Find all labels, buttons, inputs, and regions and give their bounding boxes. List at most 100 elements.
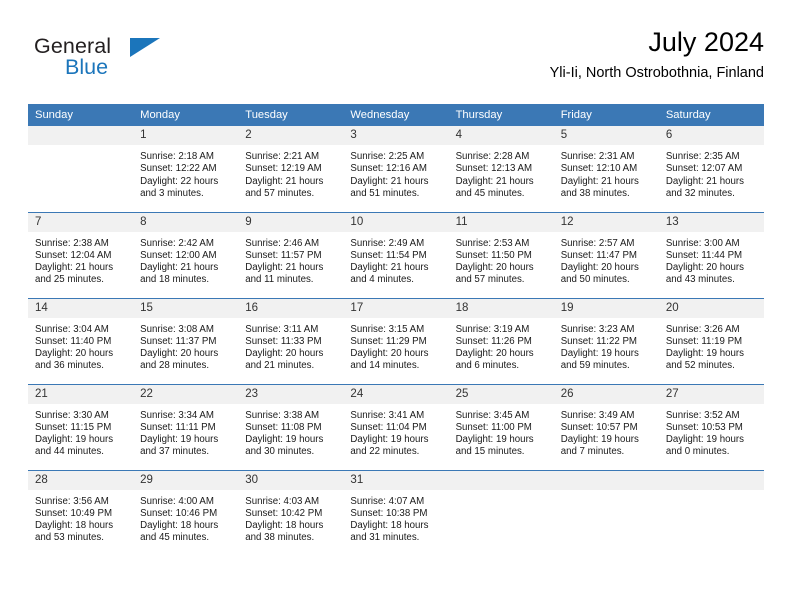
general-blue-logo[interactable]: General Blue — [34, 34, 254, 90]
calendar-day-cell[interactable]: 15 Sunrise: 3:08 AM Sunset: 11:37 PM Daylig… — [133, 297, 239, 384]
sunset-text: Sunset: 12:07 AM — [665, 163, 743, 175]
day-number: 30 — [238, 470, 344, 490]
calendar-day-cell-empty — [28, 126, 134, 212]
sunrise-text: Sunrise: 4:07 AM — [350, 495, 425, 507]
calendar-day-cell[interactable]: 4 Sunrise: 2:28 AM Sunset: 12:13 AM Dayligh… — [448, 126, 554, 212]
sunrise-text: Sunrise: 3:04 AM — [35, 323, 109, 335]
sunset-text: Sunset: 10:46 PM — [140, 507, 218, 519]
sunset-text: Sunset: 11:15 PM — [35, 421, 112, 433]
sunrise-text: Sunrise: 2:42 AM — [140, 237, 214, 249]
day-sun-info: Sunrise: 2:25 AM Sunset: 12:16 AM Daylight… — [343, 145, 448, 200]
day-number: 25 — [448, 384, 554, 404]
sunrise-text: Sunrise: 3:41 AM — [350, 409, 425, 421]
day-sun-info: Sunrise: 4:00 AM Sunset: 10:46 PM Daylight… — [133, 490, 238, 545]
sunset-text: Sunset: 11:11 PM — [140, 421, 216, 433]
calendar-day-cell[interactable]: 31 Sunrise: 4:07 AM Sunset: 10:38 PM Daylig… — [343, 469, 449, 556]
calendar-day-cell[interactable]: 11 Sunrise: 2:53 AM Sunset: 11:50 PM Daylig… — [448, 211, 554, 298]
sunrise-text: Sunrise: 3:23 AM — [560, 323, 635, 335]
day-number: 29 — [133, 470, 239, 490]
daylight-text-line2: and 3 minutes. — [140, 187, 204, 199]
weekday-header-saturday: Saturday — [658, 104, 764, 126]
calendar-day-cell[interactable]: 8 Sunrise: 2:42 AM Sunset: 12:00 AM Dayligh… — [133, 211, 239, 298]
sunset-text: Sunset: 11:29 PM — [350, 335, 427, 347]
day-number: 16 — [238, 298, 344, 318]
sunrise-text: Sunrise: 2:53 AM — [455, 237, 530, 249]
day-number: 17 — [343, 298, 449, 318]
sunset-text: Sunset: 12:04 AM — [35, 249, 112, 261]
calendar-day-cell-empty — [448, 469, 554, 556]
daylight-text-line2: and 43 minutes. — [665, 274, 735, 286]
calendar-day-cell[interactable]: 13 Sunrise: 3:00 AM Sunset: 11:44 PM Daylig… — [658, 211, 764, 298]
calendar-day-cell[interactable]: 24 Sunrise: 3:41 AM Sunset: 11:04 PM Daylig… — [343, 383, 449, 470]
calendar-day-cell[interactable]: 5 Sunrise: 2:31 AM Sunset: 12:10 AM Dayligh… — [553, 126, 659, 212]
calendar-grid: Sunday Monday Tuesday Wednesday Thursday… — [28, 104, 764, 556]
daylight-text-line2: and 38 minutes. — [245, 532, 315, 544]
calendar-day-cell[interactable]: 20 Sunrise: 3:26 AM Sunset: 11:19 PM Daylig… — [658, 297, 764, 384]
calendar-day-cell[interactable]: 28 Sunrise: 3:56 AM Sunset: 10:49 PM Daylig… — [28, 469, 134, 556]
day-number: 26 — [553, 384, 659, 404]
day-sun-info: Sunrise: 2:46 AM Sunset: 11:57 PM Daylight… — [238, 232, 343, 287]
daylight-text-line1: Daylight: 21 hours — [35, 262, 114, 274]
sunset-text: Sunset: 12:16 AM — [350, 163, 427, 175]
sunrise-text: Sunrise: 2:35 AM — [665, 151, 740, 162]
day-sun-info: Sunrise: 2:53 AM Sunset: 11:50 PM Daylight… — [449, 232, 554, 287]
weekday-header-thursday: Thursday — [448, 104, 554, 126]
calendar-day-cell[interactable]: 29 Sunrise: 4:00 AM Sunset: 10:46 PM Daylig… — [133, 469, 239, 556]
sunrise-text: Sunrise: 4:03 AM — [245, 495, 320, 507]
sunset-text: Sunset: 11:40 PM — [35, 335, 112, 347]
sunset-text: Sunset: 11:47 PM — [560, 249, 637, 261]
daylight-text-line1: Daylight: 20 hours — [350, 348, 429, 360]
calendar-day-cell[interactable]: 3 Sunrise: 2:25 AM Sunset: 12:16 AM Dayligh… — [343, 126, 449, 212]
calendar-day-cell[interactable]: 25 Sunrise: 3:45 AM Sunset: 11:00 PM Daylig… — [448, 383, 554, 470]
calendar-day-cell[interactable]: 9 Sunrise: 2:46 AM Sunset: 11:57 PM Dayligh… — [238, 211, 344, 298]
calendar-day-cell[interactable]: 23 Sunrise: 3:38 AM Sunset: 11:08 PM Daylig… — [238, 383, 344, 470]
calendar-day-cell[interactable]: 30 Sunrise: 4:03 AM Sunset: 10:42 PM Daylig… — [238, 469, 344, 556]
weekday-header-row: Sunday Monday Tuesday Wednesday Thursday… — [28, 104, 764, 126]
calendar-day-cell[interactable]: 18 Sunrise: 3:19 AM Sunset: 11:26 PM Daylig… — [448, 297, 554, 384]
calendar-day-cell[interactable]: 21 Sunrise: 3:30 AM Sunset: 11:15 PM Daylig… — [28, 383, 134, 470]
daylight-text-line1: Daylight: 20 hours — [455, 262, 534, 274]
calendar-day-cell[interactable]: 2 Sunrise: 2:21 AM Sunset: 12:19 AM Dayligh… — [238, 126, 344, 212]
day-number: 5 — [553, 126, 659, 145]
calendar-week-row: 14 Sunrise: 3:04 AM Sunset: 11:40 PM Daylig… — [28, 297, 764, 384]
calendar-day-cell[interactable]: 26 Sunrise: 3:49 AM Sunset: 10:57 PM Daylig… — [553, 383, 659, 470]
page-subtitle: Yli-Ii, North Ostrobothnia, Finland — [549, 65, 764, 82]
sunset-text: Sunset: 11:37 PM — [140, 335, 217, 347]
calendar-day-cell[interactable]: 22 Sunrise: 3:34 AM Sunset: 11:11 PM Daylig… — [133, 383, 239, 470]
calendar-day-cell-empty — [553, 469, 659, 556]
sunset-text: Sunset: 10:38 PM — [350, 507, 428, 519]
day-sun-info: Sunrise: 3:30 AM Sunset: 11:15 PM Daylight… — [28, 404, 133, 459]
day-number: 3 — [343, 126, 449, 145]
sunrise-text: Sunrise: 3:26 AM — [665, 323, 740, 335]
calendar-day-cell[interactable]: 7 Sunrise: 2:38 AM Sunset: 12:04 AM Dayligh… — [28, 211, 134, 298]
daylight-text-line1: Daylight: 21 hours — [455, 175, 534, 187]
daylight-text-line2: and 7 minutes. — [560, 446, 625, 458]
calendar-day-cell[interactable]: 16 Sunrise: 3:11 AM Sunset: 11:33 PM Daylig… — [238, 297, 344, 384]
daylight-text-line1: Daylight: 19 hours — [350, 434, 429, 446]
day-sun-info: Sunrise: 3:49 AM Sunset: 10:57 PM Daylight… — [554, 404, 659, 459]
day-number: 10 — [343, 212, 449, 232]
daylight-text-line1: Daylight: 20 hours — [560, 262, 639, 274]
calendar-day-cell[interactable]: 6 Sunrise: 2:35 AM Sunset: 12:07 AM Dayligh… — [658, 126, 764, 212]
daylight-text-line2: and 36 minutes. — [35, 360, 104, 372]
calendar-head: Sunday Monday Tuesday Wednesday Thursday… — [28, 104, 764, 126]
day-sun-info: Sunrise: 3:52 AM Sunset: 10:53 PM Daylight… — [659, 404, 764, 459]
day-sun-info: Sunrise: 4:07 AM Sunset: 10:38 PM Daylight… — [343, 490, 448, 545]
calendar-day-cell[interactable]: 10 Sunrise: 2:49 AM Sunset: 11:54 PM Daylig… — [343, 211, 449, 298]
sunset-text: Sunset: 12:19 AM — [245, 163, 322, 175]
day-sun-info: Sunrise: 2:35 AM Sunset: 12:07 AM Daylight… — [659, 145, 764, 200]
calendar-day-cell[interactable]: 14 Sunrise: 3:04 AM Sunset: 11:40 PM Daylig… — [28, 297, 134, 384]
calendar-day-cell[interactable]: 19 Sunrise: 3:23 AM Sunset: 11:22 PM Daylig… — [553, 297, 659, 384]
daylight-text-line2: and 57 minutes. — [245, 187, 315, 199]
daylight-text-line1: Daylight: 21 hours — [665, 175, 744, 187]
calendar-day-cell[interactable]: 27 Sunrise: 3:52 AM Sunset: 10:53 PM Daylig… — [658, 383, 764, 470]
calendar-day-cell[interactable]: 17 Sunrise: 3:15 AM Sunset: 11:29 PM Daylig… — [343, 297, 449, 384]
sunrise-text: Sunrise: 2:28 AM — [455, 151, 530, 162]
calendar-day-cell[interactable]: 1 Sunrise: 2:18 AM Sunset: 12:22 AM Dayligh… — [133, 126, 239, 212]
sunrise-text: Sunrise: 2:21 AM — [245, 151, 320, 162]
day-number: 14 — [28, 298, 134, 318]
day-number: 27 — [658, 384, 764, 404]
daylight-text-line2: and 45 minutes. — [140, 532, 210, 544]
calendar-day-cell[interactable]: 12 Sunrise: 2:57 AM Sunset: 11:47 PM Daylig… — [553, 211, 659, 298]
daylight-text-line2: and 53 minutes. — [35, 532, 104, 544]
